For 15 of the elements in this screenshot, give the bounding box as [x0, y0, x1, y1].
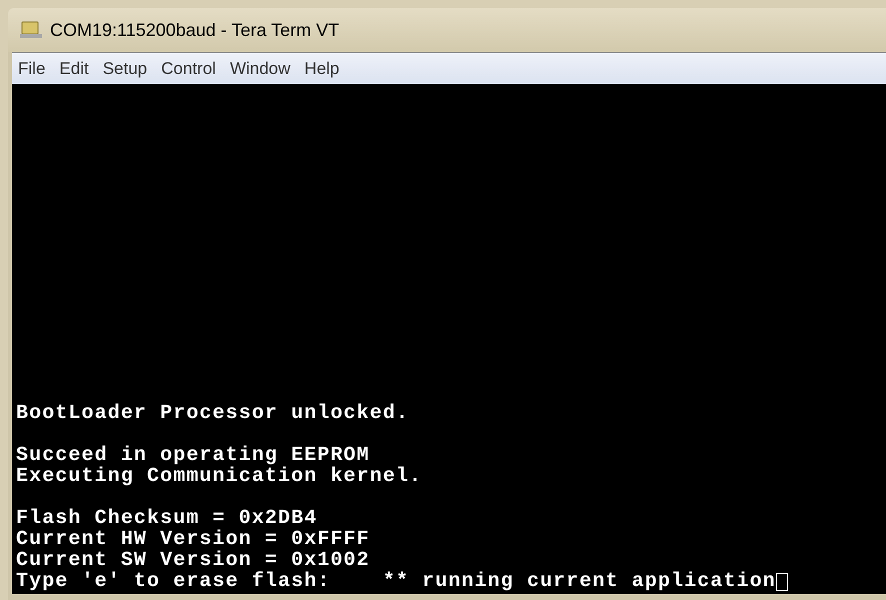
terminal-app-icon	[20, 21, 42, 39]
menu-item[interactable]: Edit	[59, 56, 89, 82]
menu-item[interactable]: File	[18, 56, 46, 82]
menu-item[interactable]: Window	[230, 56, 290, 82]
terminal-line: Current SW Version = 0x1002	[16, 550, 370, 571]
terminal-line: Flash Checksum = 0x2DB4	[16, 508, 318, 529]
terminal-line: Executing Communication kernel.	[16, 466, 422, 487]
terminal-line: Current HW Version = 0xFFFF	[16, 529, 370, 550]
menu-item[interactable]: Help	[304, 56, 340, 82]
window-title: COM19:115200baud - Tera Term VT	[50, 18, 340, 42]
terminal-line: Type 'e' to erase flash: ** running current application	[16, 571, 776, 592]
terminal-line: Succeed in operating EEPROM	[16, 445, 370, 466]
terminal-line: BootLoader Processor unlocked.	[16, 403, 410, 424]
menu-item[interactable]: Setup	[102, 56, 148, 82]
menu-item[interactable]: Control	[161, 56, 216, 82]
